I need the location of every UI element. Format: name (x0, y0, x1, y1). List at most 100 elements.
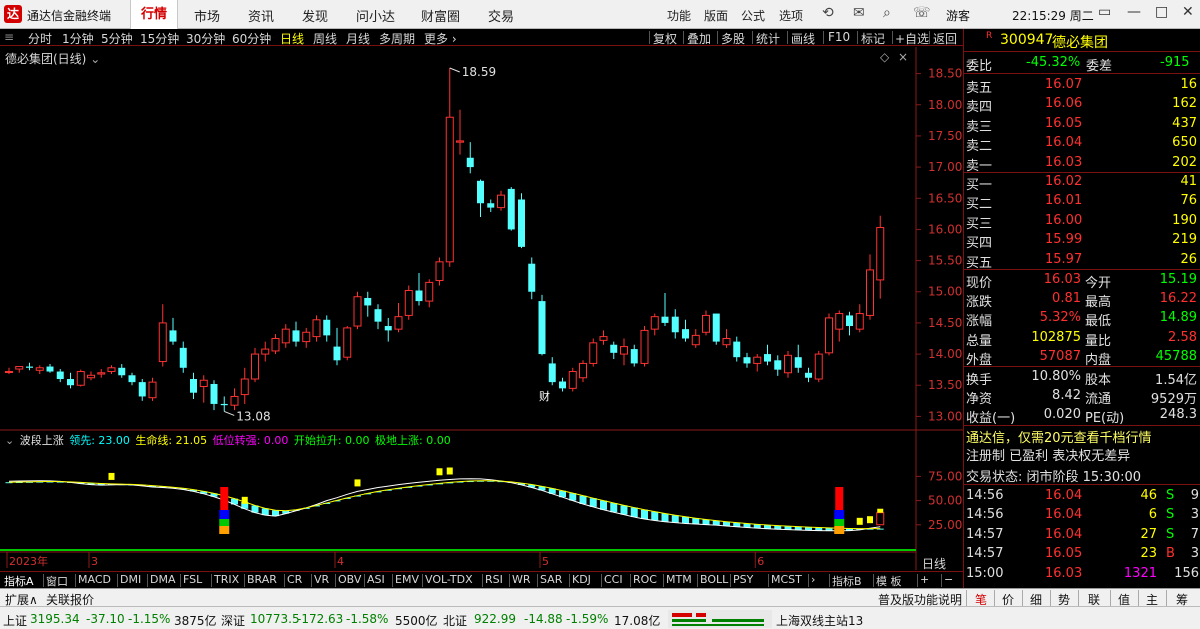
phone-icon[interactable]: ☏ (913, 5, 931, 21)
indicator-tab[interactable]: SAR (540, 573, 562, 586)
menu-zixun[interactable]: 资讯 (248, 6, 274, 25)
menu-faxian[interactable]: 发现 (302, 6, 328, 25)
tool-biaoji[interactable]: 标记 (861, 30, 885, 47)
sell-level-row[interactable]: 卖四 16.06 162 (964, 94, 1200, 115)
sell-level-row[interactable]: 卖五 16.07 16 (964, 75, 1200, 96)
menu-hangqing[interactable]: 行情 (130, 0, 179, 29)
ad-banner[interactable]: 通达信，仅需20元查看千档行情 (966, 427, 1152, 446)
buy-level-row[interactable]: 买四 15.99 219 (964, 230, 1200, 251)
indicator-tab[interactable]: WR (512, 573, 531, 586)
tool-f10[interactable]: F10 (828, 30, 850, 44)
sell-level-row[interactable]: 卖二 16.04 650 (964, 133, 1200, 155)
tool-diejia[interactable]: 叠加 (687, 30, 711, 47)
candle (855, 313, 864, 330)
tool-back[interactable]: 返回 (933, 30, 957, 47)
period-1min[interactable]: 1分钟 (62, 30, 94, 47)
indicator-tab[interactable]: DMI (120, 573, 141, 586)
minimize-icon[interactable]: — (1127, 4, 1141, 20)
indicator-tab[interactable]: TRIX (214, 573, 239, 586)
indicator-tab[interactable]: CCI (604, 573, 623, 586)
user-guest[interactable]: 游客 (946, 7, 970, 24)
period-daily[interactable]: 日线 (280, 30, 304, 47)
indicator-tab[interactable]: 指标B (832, 573, 862, 589)
chart-settings-icon[interactable]: ⌄ (90, 52, 100, 66)
chart-nav-diamond-icon[interactable]: ◇ (880, 50, 889, 64)
axis-period-label[interactable]: 日线 (922, 555, 946, 572)
period-30min[interactable]: 30分钟 (186, 30, 225, 47)
tool-huaxian[interactable]: 画线 (791, 30, 815, 47)
period-15min[interactable]: 15分钟 (140, 30, 179, 47)
indicator-tab[interactable]: KDJ (572, 573, 591, 586)
sell-level-row[interactable]: 卖一 16.03 202 (964, 153, 1200, 174)
message-icon[interactable]: ✉ (853, 5, 865, 21)
indicator-tab[interactable]: OBV (338, 573, 361, 586)
indicator-tab[interactable]: MACD (78, 573, 111, 586)
order-volume: 41 (1180, 174, 1197, 189)
indicator-tab[interactable]: 模 板 (876, 573, 902, 589)
indicator-tab[interactable]: CR (287, 573, 302, 586)
index-bz-name[interactable]: 北证 (443, 612, 467, 629)
refresh-icon[interactable]: ⟲ (822, 5, 834, 21)
indicator-tab[interactable]: BRAR (247, 573, 277, 586)
menu-jiaoyi[interactable]: 交易 (488, 6, 514, 25)
indicator-tab[interactable]: VOL-TDX (425, 573, 473, 586)
search-icon[interactable]: ⌕ (883, 5, 891, 21)
index-sz-name[interactable]: 深证 (221, 612, 245, 629)
sell-level-row[interactable]: 卖三 16.05 437 (964, 114, 1200, 135)
tool-add-watchlist[interactable]: +自选 (895, 30, 929, 47)
indicator-tab[interactable]: − (944, 573, 953, 586)
indicator-tab[interactable]: › (811, 573, 815, 586)
period-5min[interactable]: 5分钟 (101, 30, 133, 47)
order-level-label: 卖二 (966, 139, 993, 155)
finance-event-marker[interactable]: 财 (539, 389, 550, 403)
order-level-label: 买三 (966, 216, 993, 232)
period-fenshi[interactable]: 分时 (28, 30, 52, 47)
period-monthly[interactable]: 月线 (346, 30, 370, 47)
buy-level-row[interactable]: 买一 16.02 41 (964, 172, 1200, 193)
indicator-tab[interactable]: VR (314, 573, 329, 586)
indicator-tab[interactable]: ROC (633, 573, 657, 586)
quote-value: 45788 (1155, 348, 1197, 364)
indicator-tab[interactable]: MTM (666, 573, 692, 586)
period-60min[interactable]: 60分钟 (232, 30, 271, 47)
restore-icon[interactable]: ▭ (1098, 4, 1111, 20)
menu-wenxiaoda[interactable]: 问小达 (356, 6, 395, 25)
tool-duogu[interactable]: 多股 (721, 30, 745, 47)
tool-fuquan[interactable]: 复权 (653, 30, 677, 47)
indicator-tab[interactable]: DMA (150, 573, 176, 586)
server-name[interactable]: 上海双线主站13 (776, 612, 863, 629)
indicator-tab[interactable]: PSY (733, 573, 753, 586)
maximize-icon[interactable]: □ (1155, 4, 1168, 20)
menu-banmian[interactable]: 版面 (704, 7, 728, 24)
index-sh-name[interactable]: 上证 (3, 612, 27, 629)
menu-shichang[interactable]: 市场 (194, 6, 220, 25)
buy-level-row[interactable]: 买二 16.01 76 (964, 191, 1200, 212)
indicator-tab[interactable]: 指标A (4, 573, 34, 589)
menu-gongshi[interactable]: 公式 (741, 7, 765, 24)
period-menu-icon[interactable]: ≡ (4, 30, 14, 44)
menu-gongneng[interactable]: 功能 (667, 7, 691, 24)
indicator-tab[interactable]: MCST (771, 573, 802, 586)
indicator-tab[interactable]: 窗口 (46, 573, 68, 589)
period-weekly[interactable]: 周线 (313, 30, 337, 47)
index-sz-amount: 5500亿 (395, 614, 438, 628)
kline-chart[interactable]: 18.50 18.00 17.50 17.00 16.50 16.00 15.50 15.00… (0, 47, 963, 570)
period-multi[interactable]: 多周期 (379, 30, 415, 47)
indicator-tab[interactable]: RSI (485, 573, 503, 586)
menu-caifuquan[interactable]: 财富圈 (421, 6, 460, 25)
menu-xuanxiang[interactable]: 选项 (779, 7, 803, 24)
indicator-tab[interactable]: BOLL (700, 573, 728, 586)
chart-close-icon[interactable]: × (898, 50, 908, 64)
indicator-tab[interactable]: + (920, 573, 929, 586)
period-more[interactable]: 更多 › (424, 30, 457, 47)
indicator-settings-icon[interactable]: ⌄ (5, 434, 14, 447)
indicator-tab[interactable]: FSL (183, 573, 202, 586)
close-icon[interactable]: ✕ (1182, 4, 1194, 20)
indicator-tab[interactable]: EMV (395, 573, 419, 586)
yellow-marker (436, 468, 443, 476)
indicator-tab[interactable]: ASI (367, 573, 385, 586)
quote-value: 0.81 (1052, 291, 1081, 307)
buy-level-row[interactable]: 买三 16.00 190 (964, 211, 1200, 232)
buy-level-row[interactable]: 买五 15.97 26 (964, 250, 1200, 271)
tool-tongji[interactable]: 统计 (756, 30, 780, 47)
